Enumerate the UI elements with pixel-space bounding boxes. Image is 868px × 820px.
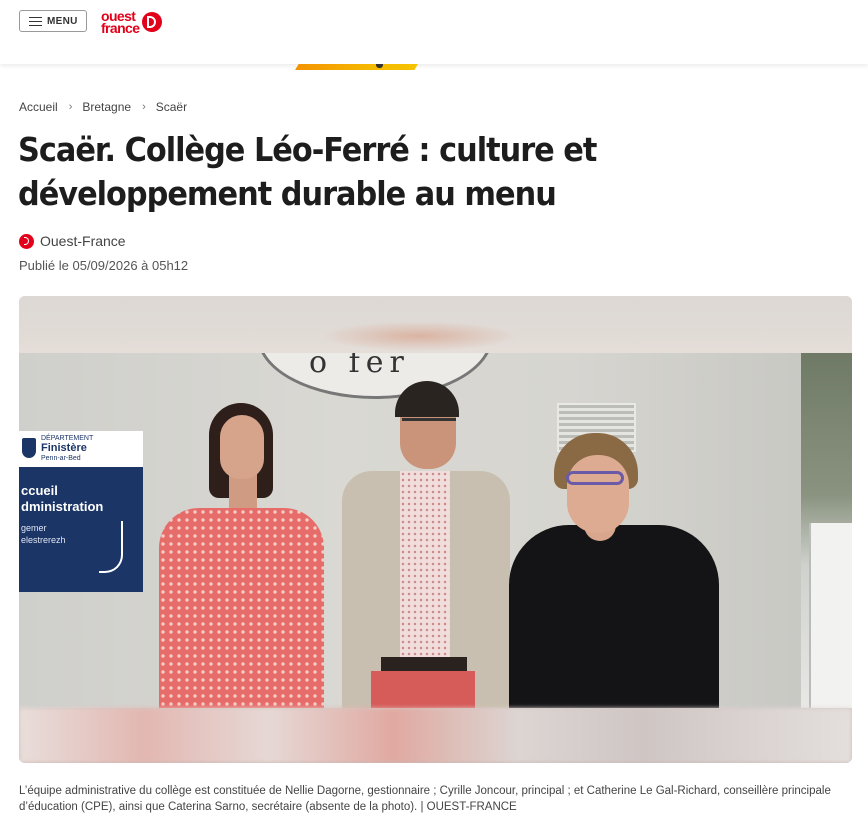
breadcrumb-home[interactable]: Accueil xyxy=(19,100,58,114)
finistere-shield-icon xyxy=(22,438,36,458)
person-1-face xyxy=(220,415,264,479)
article-title: Scaër. Collège Léo-Ferré : culture et dé… xyxy=(18,130,597,213)
photo-blur-bottom xyxy=(19,708,852,763)
photo-right-strip xyxy=(801,353,852,708)
person-1-dress xyxy=(159,508,324,708)
source-name: Ouest-France xyxy=(40,233,126,249)
site-header: MENU ouest france xyxy=(0,0,868,64)
article-photo[interactable]: o fer DÉPARTEMENT Finistère Penn-ar-Bed … xyxy=(19,353,852,708)
menu-label: MENU xyxy=(47,15,78,27)
chevron-right-icon: › xyxy=(68,101,73,113)
person-3-face xyxy=(567,455,629,533)
person-2-shirt xyxy=(400,471,450,661)
plaque-name: Finistère xyxy=(41,442,87,454)
photo-plaque: DÉPARTEMENT Finistère Penn-ar-Bed ccueil… xyxy=(19,431,143,592)
publish-date: Publié le 05/09/2026 à 05h12 xyxy=(19,258,189,273)
logo-line-2: france xyxy=(101,20,140,36)
photo-caption: L’équipe administrative du collège est c… xyxy=(19,784,831,813)
menu-button[interactable]: MENU xyxy=(19,10,87,32)
photo-sign-text: o fer xyxy=(309,353,410,380)
person-2-pants xyxy=(371,671,475,708)
plaque-dept: DÉPARTEMENT xyxy=(41,435,94,442)
plaque-curve xyxy=(99,521,123,573)
photo-blur-top xyxy=(19,296,852,353)
article-source[interactable]: Ouest-France xyxy=(19,233,126,249)
plaque-line-1: ccueil xyxy=(21,483,58,498)
breadcrumb-city[interactable]: Scaër xyxy=(156,100,187,114)
breadcrumb: Accueil › Bretagne › Scaër xyxy=(19,100,187,114)
logo-mark-icon xyxy=(142,12,163,32)
plaque-sub: Penn-ar-Bed xyxy=(41,455,81,462)
article-photo-frame: o fer DÉPARTEMENT Finistère Penn-ar-Bed … xyxy=(19,296,852,763)
chevron-right-icon: › xyxy=(142,101,146,113)
ouest-france-logo[interactable]: ouest france xyxy=(101,8,163,36)
plaque-line-4: elestrerezh xyxy=(21,535,66,545)
breadcrumb-region[interactable]: Bretagne xyxy=(82,100,131,114)
person-3-glasses xyxy=(566,471,624,485)
ouest-france-icon xyxy=(19,233,34,249)
plaque-line-3: gemer xyxy=(21,523,47,533)
person-3-top xyxy=(509,525,719,708)
person-2-glasses xyxy=(402,418,456,433)
hamburger-icon xyxy=(29,16,42,26)
accent-bar xyxy=(295,64,418,70)
plaque-line-2: dministration xyxy=(21,499,104,514)
logo-wordmark: ouest france xyxy=(101,9,140,36)
